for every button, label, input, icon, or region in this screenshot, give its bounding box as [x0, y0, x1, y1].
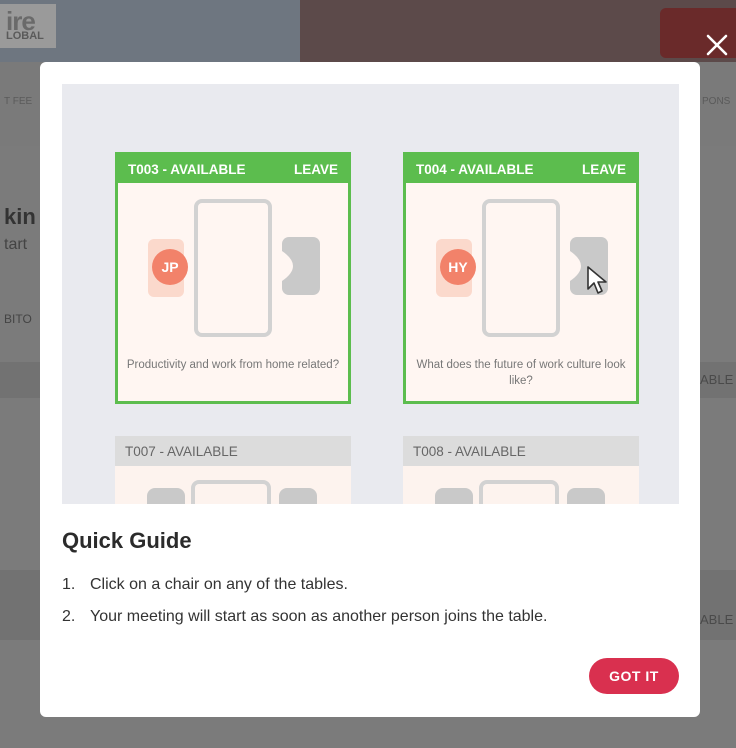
- table-status: T008 - AVAILABLE: [413, 443, 526, 459]
- table-status: T003 - AVAILABLE: [128, 161, 246, 177]
- chair-icon: [279, 488, 317, 504]
- avatar: HY: [440, 249, 476, 285]
- guide-title: Quick Guide: [62, 528, 192, 553]
- table-desk: [191, 480, 271, 504]
- table-desk: [479, 480, 559, 504]
- table-card-header: T007 - AVAILABLE: [115, 436, 351, 466]
- site-logo: ire LOBAL: [0, 4, 56, 48]
- table-status: T007 - AVAILABLE: [125, 443, 238, 459]
- header-banner: [300, 0, 736, 62]
- site-header: ire LOBAL: [0, 0, 736, 62]
- table-card-t007: T007 - AVAILABLE: [115, 436, 351, 504]
- cursor-icon: [587, 266, 607, 294]
- table-topic: What does the future of work culture loo…: [416, 359, 626, 387]
- step-number: 2.: [62, 608, 76, 625]
- guide-step: 2. Your meeting will start as soon as an…: [62, 608, 547, 640]
- nav-item-sponsors: PONS: [702, 96, 731, 107]
- table-desk: [482, 199, 560, 337]
- quick-guide-modal: T003 - AVAILABLE LEAVE JP Productivity a…: [40, 62, 700, 717]
- table-status: T004 - AVAILABLE: [416, 161, 534, 177]
- close-button[interactable]: [704, 32, 730, 58]
- guide-steps: 1. Click on a chair on any of the tables…: [62, 576, 547, 640]
- leave-button: LEAVE: [581, 161, 626, 177]
- step-text: Click on a chair on any of the tables.: [90, 576, 348, 593]
- table-card-header: T003 - AVAILABLE LEAVE: [118, 155, 348, 183]
- chair-icon: [147, 488, 185, 504]
- table-card-t003: T003 - AVAILABLE LEAVE JP Productivity a…: [115, 152, 351, 404]
- nav-item-feedback: T FEE: [4, 96, 33, 107]
- background-row-label: ABLE: [700, 612, 734, 627]
- step-number: 1.: [62, 576, 76, 593]
- table-card-header: T008 - AVAILABLE: [403, 436, 639, 466]
- chair-icon: [567, 488, 605, 504]
- background-tab: BITO: [4, 312, 32, 326]
- guide-step: 1. Click on a chair on any of the tables…: [62, 576, 547, 608]
- chair-icon: [435, 488, 473, 504]
- table-desk: [194, 199, 272, 337]
- leave-button: LEAVE: [293, 161, 338, 177]
- background-heading: kin: [4, 204, 36, 229]
- avatar: JP: [152, 249, 188, 285]
- background-row-label: ABLE: [700, 372, 734, 387]
- logo-subtext: LOBAL: [6, 30, 44, 42]
- step-text: Your meeting will start as soon as anoth…: [90, 608, 548, 625]
- table-topic: Productivity and work from home related?: [126, 359, 340, 371]
- close-icon: [706, 34, 728, 56]
- background-subheading: tart: [4, 236, 28, 253]
- guide-preview-image: T003 - AVAILABLE LEAVE JP Productivity a…: [62, 84, 679, 504]
- got-it-button[interactable]: GOT IT: [589, 658, 679, 694]
- table-card-t008: T008 - AVAILABLE: [403, 436, 639, 504]
- chair-icon: [282, 237, 320, 295]
- table-card-t004: T004 - AVAILABLE LEAVE HY What does the …: [403, 152, 639, 404]
- table-card-header: T004 - AVAILABLE LEAVE: [406, 155, 636, 183]
